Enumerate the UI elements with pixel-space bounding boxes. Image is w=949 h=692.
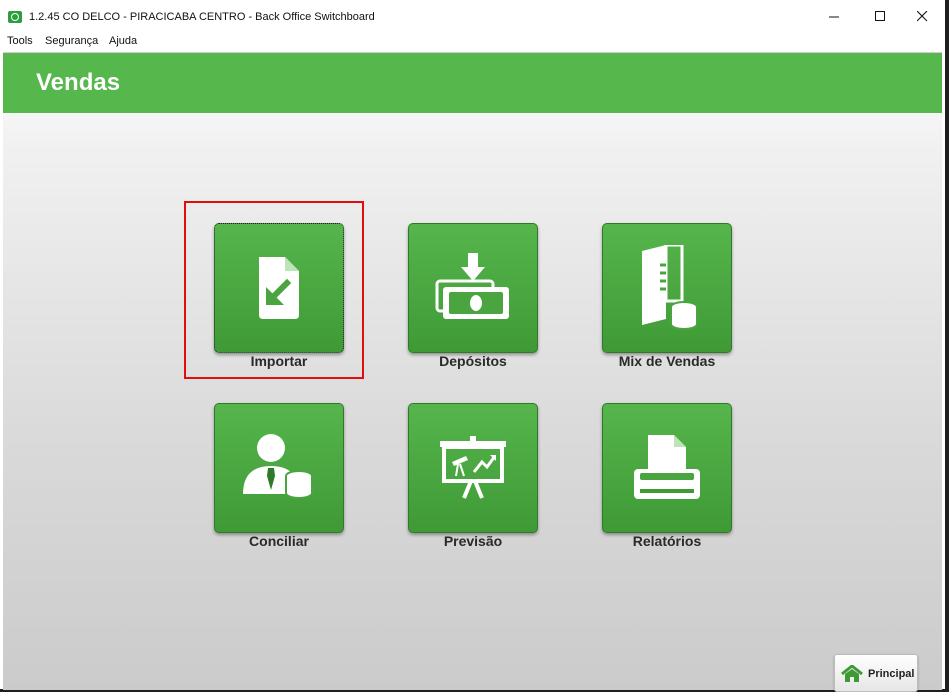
presentation-chart-icon [440, 436, 506, 499]
close-icon [916, 10, 927, 21]
menu-seguranca[interactable]: Segurança [45, 35, 98, 47]
deposit-money-icon [435, 253, 509, 319]
tile-previsao: Previsão [408, 403, 538, 553]
application-window: 1.2.45 CO DELCO - PIRACICABA CENTRO - Ba… [0, 0, 945, 692]
principal-label: Principal [868, 668, 915, 680]
depositos-button[interactable] [408, 223, 538, 353]
close-button[interactable] [899, 0, 945, 32]
minimize-button[interactable] [811, 0, 857, 32]
main-content: Vendas Importar Depósitos Mix de Vendas … [3, 52, 942, 692]
page-header: Vendas [3, 53, 942, 113]
relatorios-label: Relatórios [632, 533, 702, 549]
previsao-button[interactable] [408, 403, 538, 533]
home-icon [841, 665, 863, 682]
previsao-label: Previsão [443, 533, 503, 549]
depositos-label: Depósitos [439, 353, 507, 369]
tile-conciliar: Conciliar [214, 403, 344, 553]
principal-button[interactable]: Principal [834, 654, 918, 692]
user-database-icon [243, 434, 313, 499]
app-logo-icon [8, 11, 22, 23]
mix-de-vendas-label: Mix de Vendas [618, 353, 716, 369]
minimize-icon [828, 16, 839, 17]
conciliar-button[interactable] [214, 403, 344, 533]
maximize-button[interactable] [857, 0, 903, 32]
printer-report-icon [634, 435, 700, 499]
relatorios-button[interactable] [602, 403, 732, 533]
page-title: Vendas [36, 69, 121, 96]
window-title: 1.2.45 CO DELCO - PIRACICABA CENTRO - Ba… [29, 11, 375, 23]
maximize-icon [874, 10, 885, 21]
tile-mix-de-vendas: Mix de Vendas [602, 223, 732, 373]
menu-bar: Tools Segurança Ajuda [0, 32, 945, 52]
conciliar-label: Conciliar [249, 533, 309, 549]
book-database-icon [642, 245, 698, 330]
mix-de-vendas-button[interactable] [602, 223, 732, 353]
menu-ajuda[interactable]: Ajuda [109, 35, 137, 47]
title-bar: 1.2.45 CO DELCO - PIRACICABA CENTRO - Ba… [0, 0, 945, 32]
tile-relatorios: Relatórios [602, 403, 732, 553]
tile-depositos: Depósitos [408, 223, 538, 373]
selection-highlight [184, 201, 364, 379]
menu-tools[interactable]: Tools [7, 35, 33, 47]
